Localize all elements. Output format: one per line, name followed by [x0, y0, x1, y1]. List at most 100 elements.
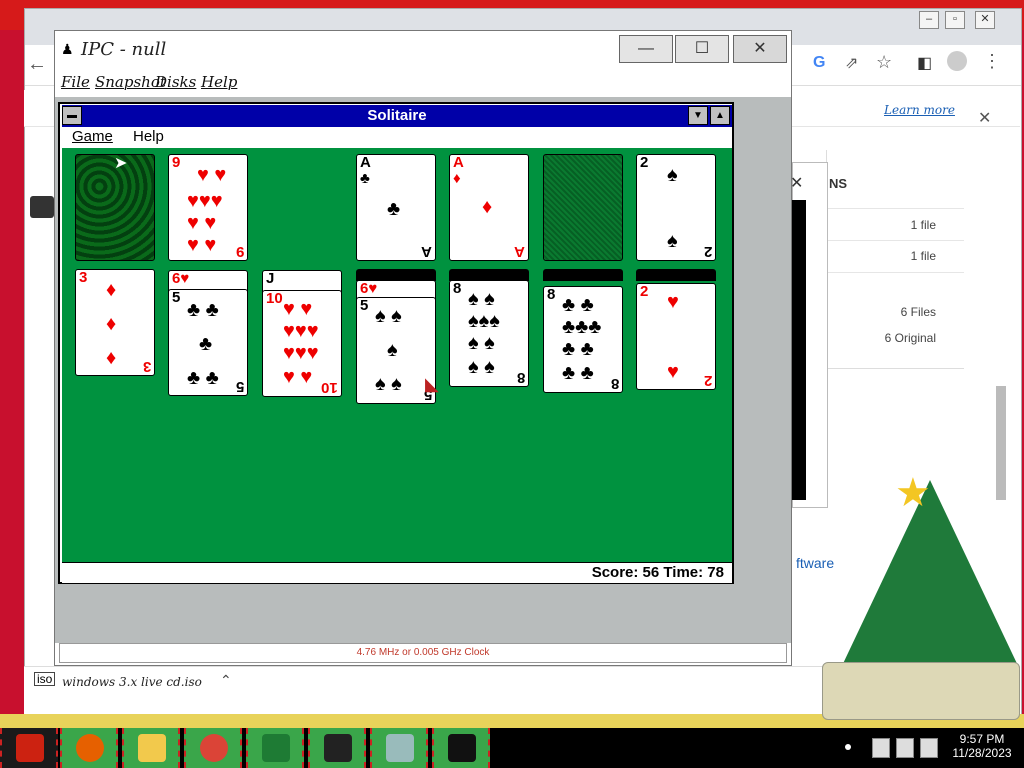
pcjs-maximize-button[interactable]: ☐	[675, 35, 729, 63]
sidepanel-icon[interactable]: ◧	[917, 53, 932, 73]
diamond-icon: ♦	[453, 170, 461, 187]
background-dialog-close-icon[interactable]: ✕	[790, 173, 803, 193]
chat-icon	[30, 196, 54, 218]
waste-card[interactable]: 9 ♥ ♥ ♥♥♥ ♥ ♥ ♥ ♥ 9	[168, 154, 248, 261]
volume-icon[interactable]	[920, 738, 938, 758]
tableau-facedown-stub	[543, 269, 623, 281]
learn-more-link[interactable]: Learn more	[884, 103, 955, 117]
solitaire-system-menu-button[interactable]: ▬	[62, 106, 82, 125]
club-icon: ♣ ♣	[562, 338, 594, 360]
taskbar-chrome[interactable]	[184, 728, 242, 768]
pcjs-app-icon: ♟	[61, 41, 74, 57]
tableau-card[interactable]: 10 ♥ ♥ ♥♥♥ ♥♥♥ ♥ ♥ 10	[262, 290, 342, 397]
spade-icon: ♠	[667, 230, 678, 252]
club-icon: ♣ ♣	[562, 362, 594, 384]
spade-icon: ♠ ♠	[468, 332, 495, 354]
spade-icon: ♠♠♠	[468, 310, 500, 332]
card-rank: 8	[516, 369, 525, 386]
heart-pip-icon: ♥ ♥	[283, 298, 313, 320]
clock-time: 9:57 PM	[959, 732, 1005, 746]
heart-pip-icon: ♥♥♥	[283, 320, 319, 342]
pcjs-minimize-button[interactable]: —	[619, 35, 673, 63]
card-rank: 5	[235, 378, 244, 395]
profile-avatar-icon[interactable]	[947, 51, 967, 71]
spade-icon: ♠ ♠	[375, 305, 402, 327]
firefox-icon	[76, 734, 104, 762]
card-rank: 9	[235, 243, 244, 260]
pcjs-menu-help[interactable]: Help	[201, 73, 237, 91]
card-rank: 5	[360, 297, 369, 314]
card-rank: A	[360, 154, 371, 171]
card-rank: 2	[640, 154, 649, 171]
tableau-card[interactable]: 5 ♠ ♠ ♠ ♠ ♠ 5	[356, 297, 436, 404]
taskbar-hat[interactable]	[432, 728, 490, 768]
card-rank: 2	[703, 372, 712, 389]
pcjs-close-button[interactable]: ✕	[733, 35, 787, 63]
share-icon[interactable]: ⇗	[845, 53, 858, 73]
bookmark-star-icon[interactable]: ☆	[876, 52, 892, 73]
club-icon: ♣	[199, 333, 213, 355]
foundation-empty-slot[interactable]	[543, 154, 623, 261]
club-icon: ♣ ♣	[187, 299, 219, 321]
heart-pip-icon: ♥♥♥	[283, 342, 319, 364]
diamond-icon: ♦	[106, 347, 117, 369]
solitaire-menubar: Game Help	[62, 127, 732, 149]
chevron-up-icon[interactable]: ⌃	[220, 672, 232, 689]
spade-icon: ♠ ♠	[468, 356, 495, 378]
panel-row: 6 Original	[884, 331, 936, 345]
taskbar-computer[interactable]	[370, 728, 428, 768]
pcjs-menu-disks[interactable]: Disks	[155, 73, 196, 91]
foundation-diamonds[interactable]: A ♦ ♦ A	[449, 154, 529, 261]
chrome-menu-icon[interactable]: ⋮	[983, 51, 1001, 72]
google-icon[interactable]: G	[813, 54, 825, 72]
card-rank: 9	[172, 154, 181, 171]
card-rank: A	[514, 243, 525, 260]
network-error-icon[interactable]	[872, 738, 890, 758]
tableau-card[interactable]: 3 ♦ ♦ ♦ 3	[75, 269, 155, 376]
taskbar-clock[interactable]: 9:57 PM 11/28/2023	[950, 732, 1014, 760]
card-rank: 2	[640, 283, 649, 300]
card-rank: 8	[610, 375, 619, 392]
start-button[interactable]	[0, 728, 58, 768]
solitaire-menu-game[interactable]: Game	[72, 128, 113, 145]
pcjs-menu-file[interactable]: File	[61, 73, 90, 91]
background-dialog-body	[792, 200, 806, 500]
computer-icon	[386, 734, 414, 762]
back-arrow-icon[interactable]: ←	[27, 53, 47, 76]
card-rank: A	[421, 243, 432, 260]
taskbar-terminal[interactable]	[308, 728, 366, 768]
pcjs-clock-status: 4.76 MHz or 0.005 GHz Clock	[59, 643, 787, 663]
card-rank: A	[453, 154, 464, 171]
taskbar-explorer[interactable]	[122, 728, 180, 768]
clock-date: 11/28/2023	[952, 746, 1012, 760]
pcjs-title: IPC - null	[81, 39, 167, 60]
network-icon[interactable]	[896, 738, 914, 758]
download-item-name[interactable]: windows 3.x live cd.iso	[62, 675, 202, 689]
chrome-minimize-button[interactable]: –	[919, 11, 939, 29]
tableau-card[interactable]: 2 ♥ ♥ 2	[636, 283, 716, 390]
score-time-display: Score: 56 Time: 78	[591, 564, 724, 581]
tableau-card[interactable]: 8 ♠ ♠ ♠♠♠ ♠ ♠ ♠ ♠ 8	[449, 280, 529, 387]
solitaire-maximize-button[interactable]: ▲	[710, 106, 730, 125]
tableau-card[interactable]: 5 ♣ ♣ ♣ ♣ ♣ 5	[168, 289, 248, 396]
foundation-spades[interactable]: 2 ♠ ♠ 2	[636, 154, 716, 261]
taskbar-tree[interactable]	[246, 728, 304, 768]
foundation-clubs[interactable]: A ♣ ♣ A	[356, 154, 436, 261]
card-rank: 3	[142, 358, 151, 375]
club-icon: ♣ ♣	[187, 367, 219, 389]
taskbar-firefox[interactable]	[60, 728, 118, 768]
background-link-text[interactable]: ftware	[796, 555, 834, 571]
heart-pip-icon: ♥ ♥	[187, 234, 217, 256]
star-icon: ★	[895, 471, 931, 515]
spade-icon: ♠ ♠	[468, 288, 495, 310]
solitaire-statusbar: Score: 56 Time: 78	[62, 562, 732, 583]
chrome-maximize-button[interactable]: ▫	[945, 11, 965, 29]
mouse-cursor-icon: ◣	[425, 374, 439, 394]
terminal-icon	[324, 734, 352, 762]
tableau-card[interactable]: 8 ♣ ♣ ♣♣♣ ♣ ♣ ♣ ♣ 8	[543, 286, 623, 393]
chrome-close-button[interactable]: ✕	[975, 11, 995, 29]
solitaire-minimize-button[interactable]: ▼	[688, 106, 708, 125]
club-icon: ♣ ♣	[562, 294, 594, 316]
solitaire-menu-help[interactable]: Help	[133, 128, 164, 145]
infobar-close-icon[interactable]: ✕	[978, 108, 991, 128]
